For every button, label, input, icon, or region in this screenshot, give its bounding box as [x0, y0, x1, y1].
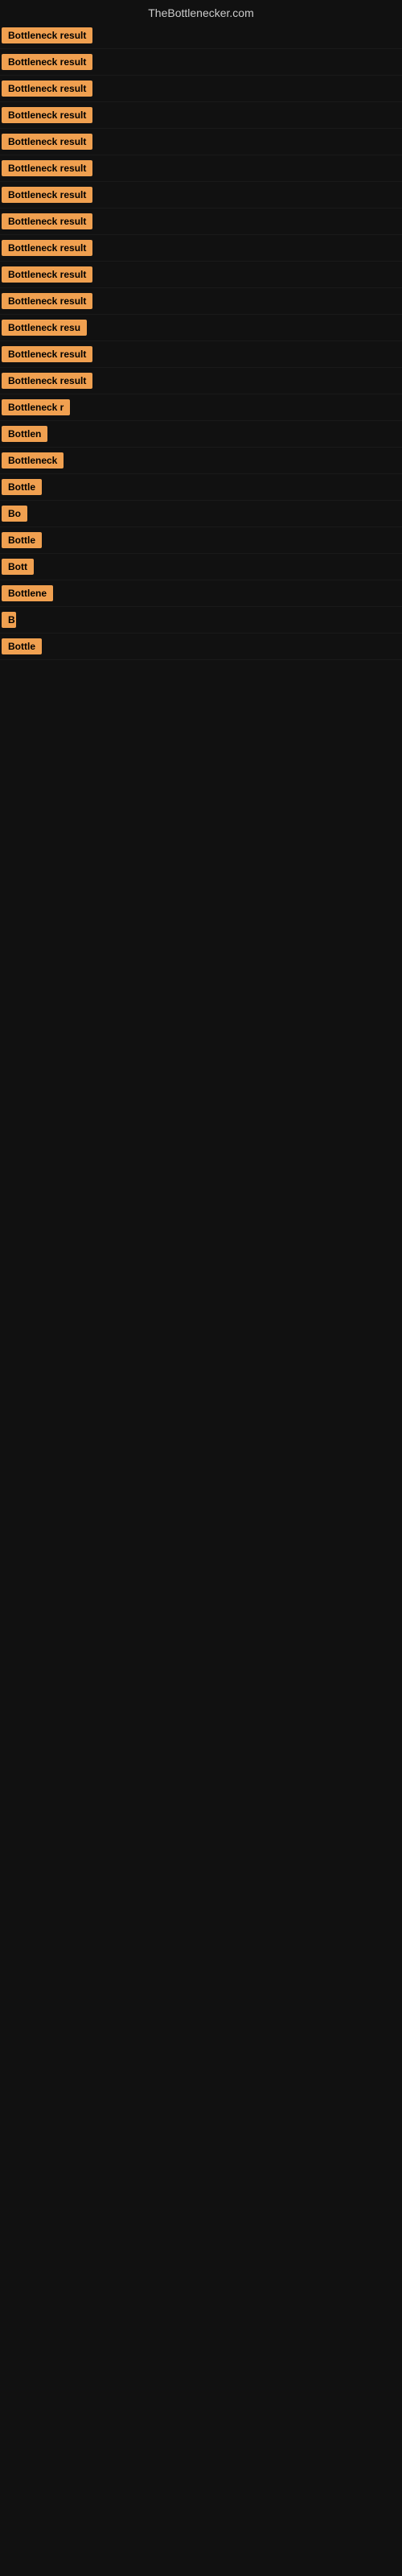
- bottleneck-result-badge[interactable]: Bottle: [2, 638, 42, 654]
- list-item: Bottleneck result: [0, 208, 402, 235]
- bottleneck-result-badge[interactable]: Bottleneck result: [2, 266, 92, 283]
- bottleneck-result-badge[interactable]: Bott: [2, 559, 34, 575]
- bottleneck-result-badge[interactable]: Bottleneck result: [2, 346, 92, 362]
- list-item: Bottleneck result: [0, 23, 402, 49]
- list-item: Bottle: [0, 634, 402, 660]
- bottleneck-result-badge[interactable]: Bottleneck result: [2, 54, 92, 70]
- list-item: B: [0, 607, 402, 634]
- bottleneck-result-badge[interactable]: Bottleneck result: [2, 213, 92, 229]
- bottleneck-result-badge[interactable]: Bottleneck result: [2, 160, 92, 176]
- list-item: Bottleneck result: [0, 288, 402, 315]
- list-item: Bottleneck result: [0, 129, 402, 155]
- bottleneck-result-badge[interactable]: Bottleneck: [2, 452, 64, 469]
- list-item: Bottleneck resu: [0, 315, 402, 341]
- bottleneck-result-badge[interactable]: Bo: [2, 506, 27, 522]
- list-item: Bottle: [0, 527, 402, 554]
- bottleneck-result-badge[interactable]: Bottleneck result: [2, 293, 92, 309]
- list-item: Bottleneck result: [0, 155, 402, 182]
- list-item: Bottleneck result: [0, 368, 402, 394]
- rows-container: Bottleneck result Bottleneck result Bottle…: [0, 23, 402, 660]
- list-item: Bottle: [0, 474, 402, 501]
- bottleneck-result-badge[interactable]: Bottle: [2, 479, 42, 495]
- bottleneck-result-badge[interactable]: Bottlene: [2, 585, 53, 601]
- list-item: Bottleneck r: [0, 394, 402, 421]
- bottleneck-result-badge[interactable]: Bottleneck r: [2, 399, 70, 415]
- list-item: Bottleneck result: [0, 235, 402, 262]
- bottleneck-result-badge[interactable]: B: [2, 612, 16, 628]
- list-item: Bottleneck result: [0, 262, 402, 288]
- list-item: Bottleneck result: [0, 49, 402, 76]
- bottleneck-result-badge[interactable]: Bottleneck result: [2, 240, 92, 256]
- list-item: Bottlene: [0, 580, 402, 607]
- list-item: Bottleneck result: [0, 341, 402, 368]
- bottleneck-result-badge[interactable]: Bottleneck result: [2, 27, 92, 43]
- bottleneck-result-badge[interactable]: Bottlen: [2, 426, 47, 442]
- list-item: Bottleneck: [0, 448, 402, 474]
- bottleneck-result-badge[interactable]: Bottleneck resu: [2, 320, 87, 336]
- list-item: Bottleneck result: [0, 102, 402, 129]
- list-item: Bottleneck result: [0, 182, 402, 208]
- list-item: Bott: [0, 554, 402, 580]
- bottleneck-result-badge[interactable]: Bottleneck result: [2, 107, 92, 123]
- bottleneck-result-badge[interactable]: Bottle: [2, 532, 42, 548]
- bottleneck-result-badge[interactable]: Bottleneck result: [2, 134, 92, 150]
- list-item: Bottlen: [0, 421, 402, 448]
- site-title-container: TheBottlenecker.com: [0, 0, 402, 23]
- list-item: Bo: [0, 501, 402, 527]
- bottleneck-result-badge[interactable]: Bottleneck result: [2, 373, 92, 389]
- site-title: TheBottlenecker.com: [0, 0, 402, 23]
- bottleneck-result-badge[interactable]: Bottleneck result: [2, 80, 92, 97]
- list-item: Bottleneck result: [0, 76, 402, 102]
- bottleneck-result-badge[interactable]: Bottleneck result: [2, 187, 92, 203]
